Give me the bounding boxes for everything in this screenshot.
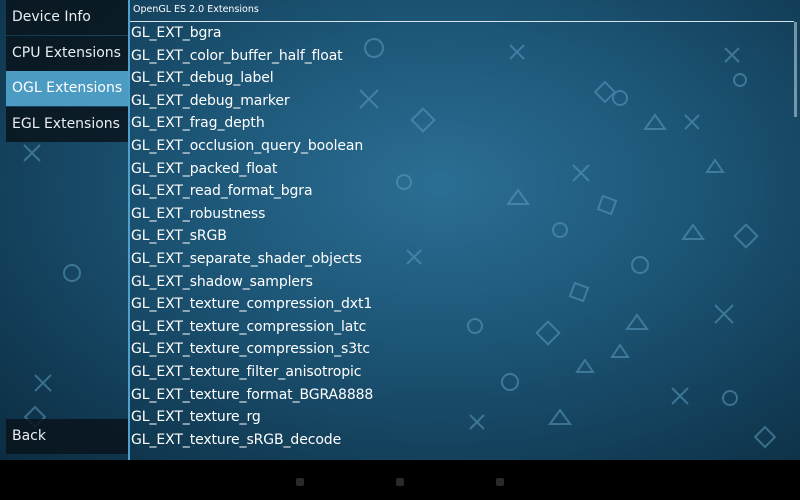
list-item[interactable]: GL_EXT_robustness (130, 203, 790, 226)
extensions-list[interactable]: GL_EXT_bgra GL_EXT_color_buffer_half_flo… (130, 22, 790, 460)
list-item[interactable]: GL_EXT_frag_depth (130, 112, 790, 135)
home-nav-icon[interactable] (396, 478, 404, 486)
list-item[interactable]: GL_EXT_read_format_bgra (130, 180, 790, 203)
list-item[interactable]: GL_EXT_texture_compression_latc (130, 316, 790, 339)
list-item[interactable]: GL_EXT_bgra (130, 22, 790, 45)
sidebar-item-egl-extensions[interactable]: EGL Extensions (6, 107, 128, 142)
recents-nav-icon[interactable] (496, 478, 504, 486)
app-screen: Device Info CPU Extensions OGL Extension… (0, 0, 800, 460)
list-item[interactable]: GL_EXT_color_buffer_half_float (130, 45, 790, 68)
list-item[interactable]: GL_EXT_occlusion_query_boolean (130, 135, 790, 158)
sidebar-item-ogl-extensions[interactable]: OGL Extensions (6, 71, 128, 106)
list-item[interactable]: GL_EXT_separate_shader_objects (130, 248, 790, 271)
list-item[interactable]: GL_EXT_sRGB (130, 225, 790, 248)
list-item[interactable]: GL_EXT_texture_filter_anisotropic (130, 361, 790, 384)
list-item[interactable]: GL_EXT_texture_sRGB_decode (130, 429, 790, 452)
list-header-title: OpenGL ES 2.0 Extensions (133, 4, 259, 15)
back-nav-icon[interactable] (296, 478, 304, 486)
list-item[interactable]: GL_EXT_texture_compression_dxt1 (130, 293, 790, 316)
list-item[interactable]: GL_EXT_debug_marker (130, 90, 790, 113)
list-scrollbar[interactable] (794, 22, 797, 117)
sidebar-nav: Device Info CPU Extensions OGL Extension… (6, 0, 128, 460)
system-navigation-bar (0, 460, 800, 500)
list-item[interactable]: GL_EXT_packed_float (130, 158, 790, 181)
list-item[interactable]: GL_EXT_debug_label (130, 67, 790, 90)
list-item[interactable]: GL_EXT_texture_format_BGRA8888 (130, 384, 790, 407)
back-button[interactable]: Back (6, 419, 128, 454)
list-item[interactable]: GL_EXT_texture_rg (130, 406, 790, 429)
list-item[interactable]: GL_EXT_shadow_samplers (130, 271, 790, 294)
list-header: OpenGL ES 2.0 Extensions (130, 0, 794, 22)
list-item[interactable]: GL_EXT_texture_compression_s3tc (130, 338, 790, 361)
sidebar-item-cpu-extensions[interactable]: CPU Extensions (6, 36, 128, 71)
sidebar-item-device-info[interactable]: Device Info (6, 0, 128, 35)
